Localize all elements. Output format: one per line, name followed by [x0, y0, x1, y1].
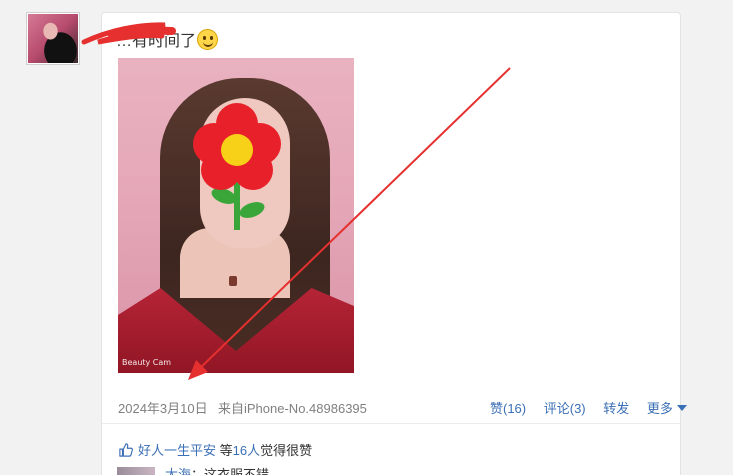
divider: [102, 423, 680, 424]
more-label: 更多: [646, 401, 673, 416]
repost-button[interactable]: 转发: [603, 401, 629, 416]
likes-count[interactable]: 16人: [233, 443, 260, 458]
comment-item: 大海：这衣服不错: [117, 464, 269, 475]
like-button[interactable]: 赞(16): [490, 401, 526, 416]
likes-summary: 好人一生平安 等16人觉得很赞: [119, 440, 312, 459]
comment-button[interactable]: 评论(3): [544, 401, 586, 416]
flower-sticker-icon: [193, 103, 281, 230]
post-text-content: …有时间了: [116, 33, 197, 50]
photo-watermark: Beauty Cam: [122, 358, 172, 367]
feed-stage: …有时间了 Beauty Cam 2024年3月10日 来自iPhone-No.…: [0, 0, 733, 475]
likes-suffix: 觉得很赞: [260, 443, 313, 458]
caret-down-icon: [676, 405, 687, 411]
post-photo[interactable]: Beauty Cam: [118, 58, 354, 373]
comment-text: ：这衣服不错: [191, 467, 270, 475]
commenter-avatar[interactable]: [117, 467, 155, 475]
thumbs-up-icon: [119, 443, 133, 457]
post-actions: 赞(16) 评论(3) 转发 更多: [490, 398, 687, 417]
likes-prefix: 等: [219, 443, 233, 458]
more-button[interactable]: 更多: [647, 401, 687, 416]
post-text: …有时间了: [116, 27, 219, 51]
post-source: 来自iPhone-No.48986395: [218, 401, 367, 416]
photo-pendant: [229, 276, 237, 286]
comment-author[interactable]: 大海: [165, 467, 191, 475]
post-date[interactable]: 2024年3月10日: [118, 398, 208, 417]
user-avatar[interactable]: [26, 12, 80, 65]
liker-name[interactable]: 好人一生平安: [138, 443, 216, 458]
smiley-face-icon: [197, 29, 219, 50]
avatar-image: [28, 14, 78, 63]
